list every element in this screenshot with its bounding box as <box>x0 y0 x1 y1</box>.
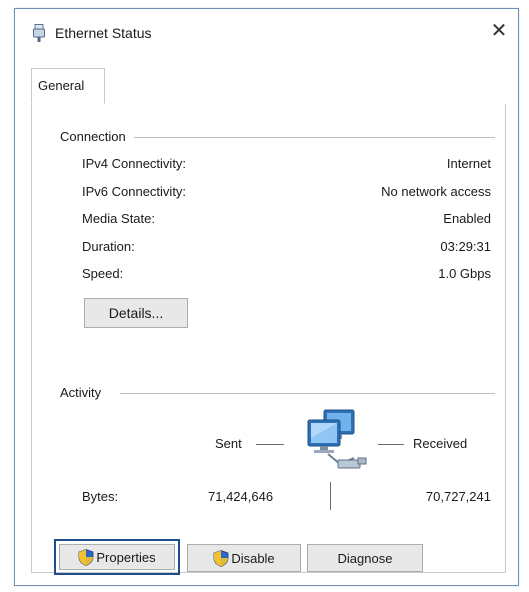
bytes-received-value: 70,727,241 <box>425 489 491 504</box>
properties-label: Properties <box>96 549 156 565</box>
sent-dash <box>256 444 284 445</box>
activity-group-title: Activity <box>60 385 110 400</box>
close-button[interactable]: ✕ <box>486 18 512 44</box>
media-state-label: Media State: <box>82 211 155 226</box>
disable-label: Disable <box>231 550 275 566</box>
duration-value: 03:29:31 <box>440 239 491 254</box>
connection-group-title: Connection <box>60 129 134 144</box>
bytes-sent-value: 71,424,646 <box>208 489 274 504</box>
ipv6-connectivity-value: No network access <box>381 184 491 199</box>
uac-shield-icon <box>78 548 94 566</box>
window-title: Ethernet Status <box>55 25 152 41</box>
ipv4-connectivity-label: IPv4 Connectivity: <box>82 156 187 171</box>
uac-shield-icon <box>213 549 229 567</box>
ipv4-connectivity-value: Internet <box>446 156 491 171</box>
speed-label: Speed: <box>82 266 124 281</box>
diagnose-button[interactable]: Diagnose <box>307 544 423 572</box>
properties-button[interactable]: Properties <box>59 544 175 570</box>
received-label: Received <box>413 436 468 451</box>
network-computers-icon <box>307 409 367 469</box>
duration-label: Duration: <box>82 239 135 254</box>
activity-group-line <box>120 393 495 394</box>
bytes-divider <box>330 482 331 510</box>
details-button[interactable]: Details... <box>84 298 188 328</box>
connection-group-line <box>122 137 495 138</box>
close-icon: ✕ <box>490 20 508 42</box>
general-tab-panel: Connection IPv4 Connectivity: Internet I… <box>31 104 506 575</box>
speed-value: 1.0 Gbps <box>438 266 491 281</box>
tab-strip: General <box>31 68 506 105</box>
media-state-value: Enabled <box>443 211 491 226</box>
ethernet-status-window: Ethernet Status ✕ General Connection IPv… <box>14 8 519 586</box>
sent-label: Sent <box>215 436 242 451</box>
bytes-label: Bytes: <box>82 489 119 504</box>
tab-general[interactable]: General <box>31 68 105 104</box>
title-bar[interactable]: Ethernet Status ✕ <box>15 9 518 53</box>
ethernet-icon <box>33 24 45 42</box>
received-dash <box>378 444 404 445</box>
disable-button[interactable]: Disable <box>187 544 301 572</box>
ipv6-connectivity-label: IPv6 Connectivity: <box>82 184 187 199</box>
